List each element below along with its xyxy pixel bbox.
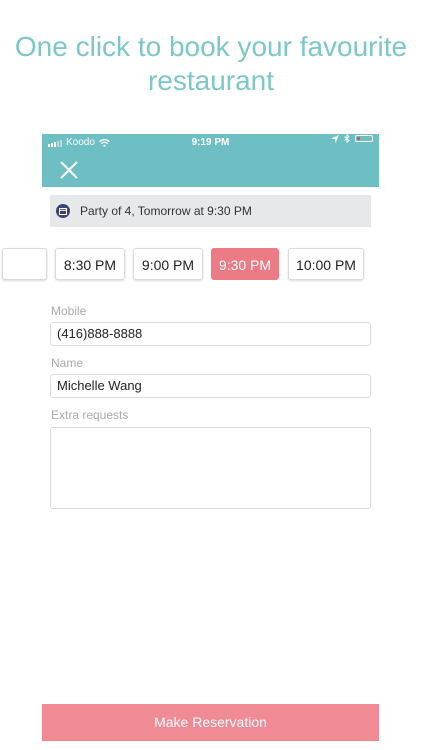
close-icon[interactable] (56, 157, 82, 183)
status-time: 9:19 PM (191, 137, 230, 148)
bluetooth-icon (344, 134, 350, 143)
extra-requests-label: Extra requests (51, 408, 129, 422)
make-reservation-button[interactable]: Make Reservation (42, 704, 379, 741)
top-bar: Koodo 9:19 PM (42, 134, 379, 187)
name-label: Name (51, 356, 84, 370)
headline-line-1: One click to book your favourite (14, 31, 408, 62)
status-bar: Koodo 9:19 PM (42, 134, 379, 151)
battery-icon (355, 135, 373, 142)
summary-text: Party of 4, Tomorrow at 9:30 PM (80, 204, 252, 218)
time-slot-900[interactable]: 9:00 PM (133, 248, 203, 280)
time-slot-930[interactable]: 9:30 PM (211, 248, 279, 280)
headline: One click to book your favourite restaur… (0, 30, 422, 98)
calendar-icon (56, 204, 70, 218)
status-right (331, 134, 373, 143)
time-slot-830[interactable]: 8:30 PM (55, 248, 125, 280)
name-field[interactable]: Michelle Wang (50, 374, 371, 398)
time-slot-selector: 8:30 PM 9:00 PM 9:30 PM 10:00 PM (2, 248, 379, 282)
headline-line-2: restaurant (147, 65, 275, 96)
mobile-label: Mobile (51, 304, 87, 318)
mobile-field[interactable]: (416)888-8888 (50, 322, 371, 346)
time-slot-1000[interactable]: 10:00 PM (288, 248, 364, 280)
extra-requests-field[interactable] (50, 427, 371, 509)
location-arrow-icon (331, 134, 339, 143)
reservation-summary: Party of 4, Tomorrow at 9:30 PM (50, 195, 371, 227)
time-slot-partial[interactable] (2, 248, 47, 280)
phone-screen: Koodo 9:19 PM Party of 4, Tomorrow at 9:… (2, 134, 379, 750)
